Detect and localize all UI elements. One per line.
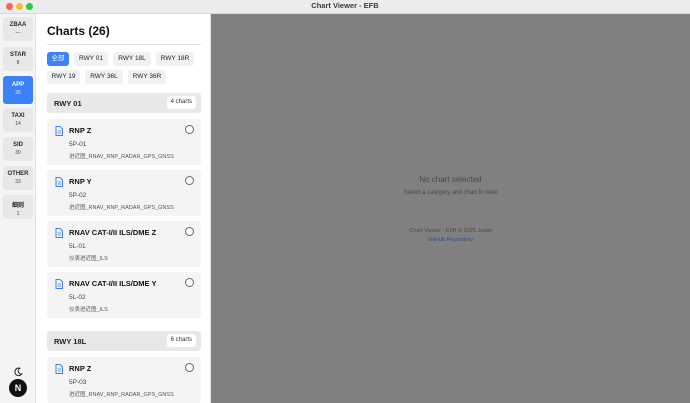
category-rail: ZBAA — STAR 8 APP 26 TAXI 14 SID 30 OTHE… [0, 14, 36, 403]
document-icon [55, 228, 63, 238]
document-icon [55, 279, 63, 289]
rail-item-star[interactable]: STAR 8 [3, 47, 33, 71]
chart-card[interactable]: RNAV CAT-I/II ILS/DME Z 5L-01 仪表进近图_ILS [47, 221, 201, 267]
rail-item-label: SID [12, 142, 23, 148]
empty-state-title: No chart selected [419, 175, 482, 184]
chart-code: 5P-01 [69, 141, 87, 148]
panel-title: Charts (26) [47, 24, 110, 38]
chart-type: 仪表进近图_ILS [69, 307, 108, 313]
avatar[interactable]: N [9, 379, 27, 397]
rail-item-count: 1 [16, 211, 20, 217]
rail-item-airport[interactable]: ZBAA — [3, 17, 33, 41]
rail-item-label: 细则 [11, 203, 24, 209]
chart-code: 5P-02 [69, 192, 87, 199]
chart-select-radio[interactable] [185, 125, 194, 134]
chart-code: 5L-01 [69, 243, 86, 250]
chart-type: 进近图_RNAV_RNP_RADAR_GPS_GNSS [69, 154, 174, 160]
chart-name: RNAV CAT-I/II ILS/DME Y [69, 279, 157, 288]
chart-code: 5P-03 [69, 379, 87, 386]
chart-card[interactable]: RNP Z 5P-03 进近图_RNAV_RNP_RADAR_GPS_GNSS [47, 357, 201, 403]
group-count-badge: 4 charts [166, 96, 196, 109]
footer-copyright: Chart Viewer - EFB © 2025 Justin [409, 228, 492, 234]
document-icon [55, 126, 63, 136]
rail-item-count: 33 [15, 179, 21, 185]
title-bar: Chart Viewer - EFB [0, 0, 690, 14]
rail-item-other[interactable]: OTHER 33 [3, 166, 33, 190]
panel-divider [47, 44, 201, 45]
moon-icon[interactable] [13, 367, 23, 377]
app-window: Chart Viewer - EFB ZBAA — STAR 8 APP 26 … [0, 0, 690, 403]
chart-select-radio[interactable] [185, 176, 194, 185]
filter-rwy-36r[interactable]: RWY 36R [128, 70, 166, 84]
group-header-rwy-18l[interactable]: RWY 18L 6 charts [47, 331, 201, 351]
rail-item-count: 30 [15, 150, 21, 156]
rail-item-label: STAR [10, 52, 26, 58]
chart-viewer-area: No chart selected Select a category and … [211, 14, 690, 403]
chart-select-radio[interactable] [185, 363, 194, 372]
chart-name: RNAV CAT-I/II ILS/DME Z [69, 228, 157, 237]
filter-rwy-18l[interactable]: RWY 18L [113, 52, 151, 66]
chart-card[interactable]: RNP Y 5P-02 进近图_RNAV_RNP_RADAR_GPS_GNSS [47, 170, 201, 216]
chart-type: 仪表进近图_ILS [69, 256, 108, 262]
group-title: RWY 18L [54, 337, 87, 346]
empty-state-subtitle: Select a category and chart to view [403, 190, 498, 196]
rail-item-sid[interactable]: SID 30 [3, 137, 33, 161]
filter-rwy-18r[interactable]: RWY 18R [156, 52, 194, 66]
group-count-badge: 6 charts [166, 334, 196, 347]
rail-item-app[interactable]: APP 26 [3, 76, 33, 104]
rail-item-label: TAXI [11, 113, 25, 119]
chart-type: 进近图_RNAV_RNP_RADAR_GPS_GNSS [69, 392, 174, 398]
rail-item-taxi[interactable]: TAXI 14 [3, 108, 33, 132]
chart-select-radio[interactable] [185, 278, 194, 287]
rail-item-label: APP [11, 82, 25, 88]
rail-item-count: 14 [15, 121, 21, 127]
chart-name: RNP Z [69, 364, 92, 373]
document-icon [55, 177, 63, 187]
rail-item-count: 8 [16, 60, 20, 66]
rail-item-count: 26 [15, 90, 21, 96]
github-link[interactable]: GitHub Repository [211, 237, 690, 243]
rail-item-label: OTHER [7, 171, 29, 177]
chart-code: 5L-02 [69, 294, 86, 301]
chart-card[interactable]: RNAV CAT-I/II ILS/DME Y 5L-02 仪表进近图_ILS [47, 272, 201, 318]
chart-name: RNP Y [69, 177, 92, 186]
filter-rwy-19[interactable]: RWY 19 [47, 70, 80, 84]
rail-item-label: ZBAA [9, 22, 27, 28]
chart-select-radio[interactable] [185, 227, 194, 236]
rail-item-rules[interactable]: 细则 1 [3, 195, 33, 219]
chart-type: 进近图_RNAV_RNP_RADAR_GPS_GNSS [69, 205, 174, 211]
document-icon [55, 364, 63, 374]
filter-rwy-36l[interactable]: RWY 36L [85, 70, 123, 84]
filter-rwy-01[interactable]: RWY 01 [74, 52, 108, 66]
chart-card[interactable]: RNP Z 5P-01 进近图_RNAV_RNP_RADAR_GPS_GNSS [47, 119, 201, 165]
chart-name: RNP Z [69, 126, 92, 135]
group-header-rwy-01[interactable]: RWY 01 4 charts [47, 93, 201, 113]
filter-all[interactable]: 全部 [47, 52, 69, 66]
charts-panel: Charts (26) 全部 RWY 01 RWY 18L RWY 18R RW… [36, 14, 211, 403]
group-title: RWY 01 [54, 99, 82, 108]
window-title: Chart Viewer - EFB [311, 1, 379, 10]
rail-item-count: — [15, 30, 21, 36]
